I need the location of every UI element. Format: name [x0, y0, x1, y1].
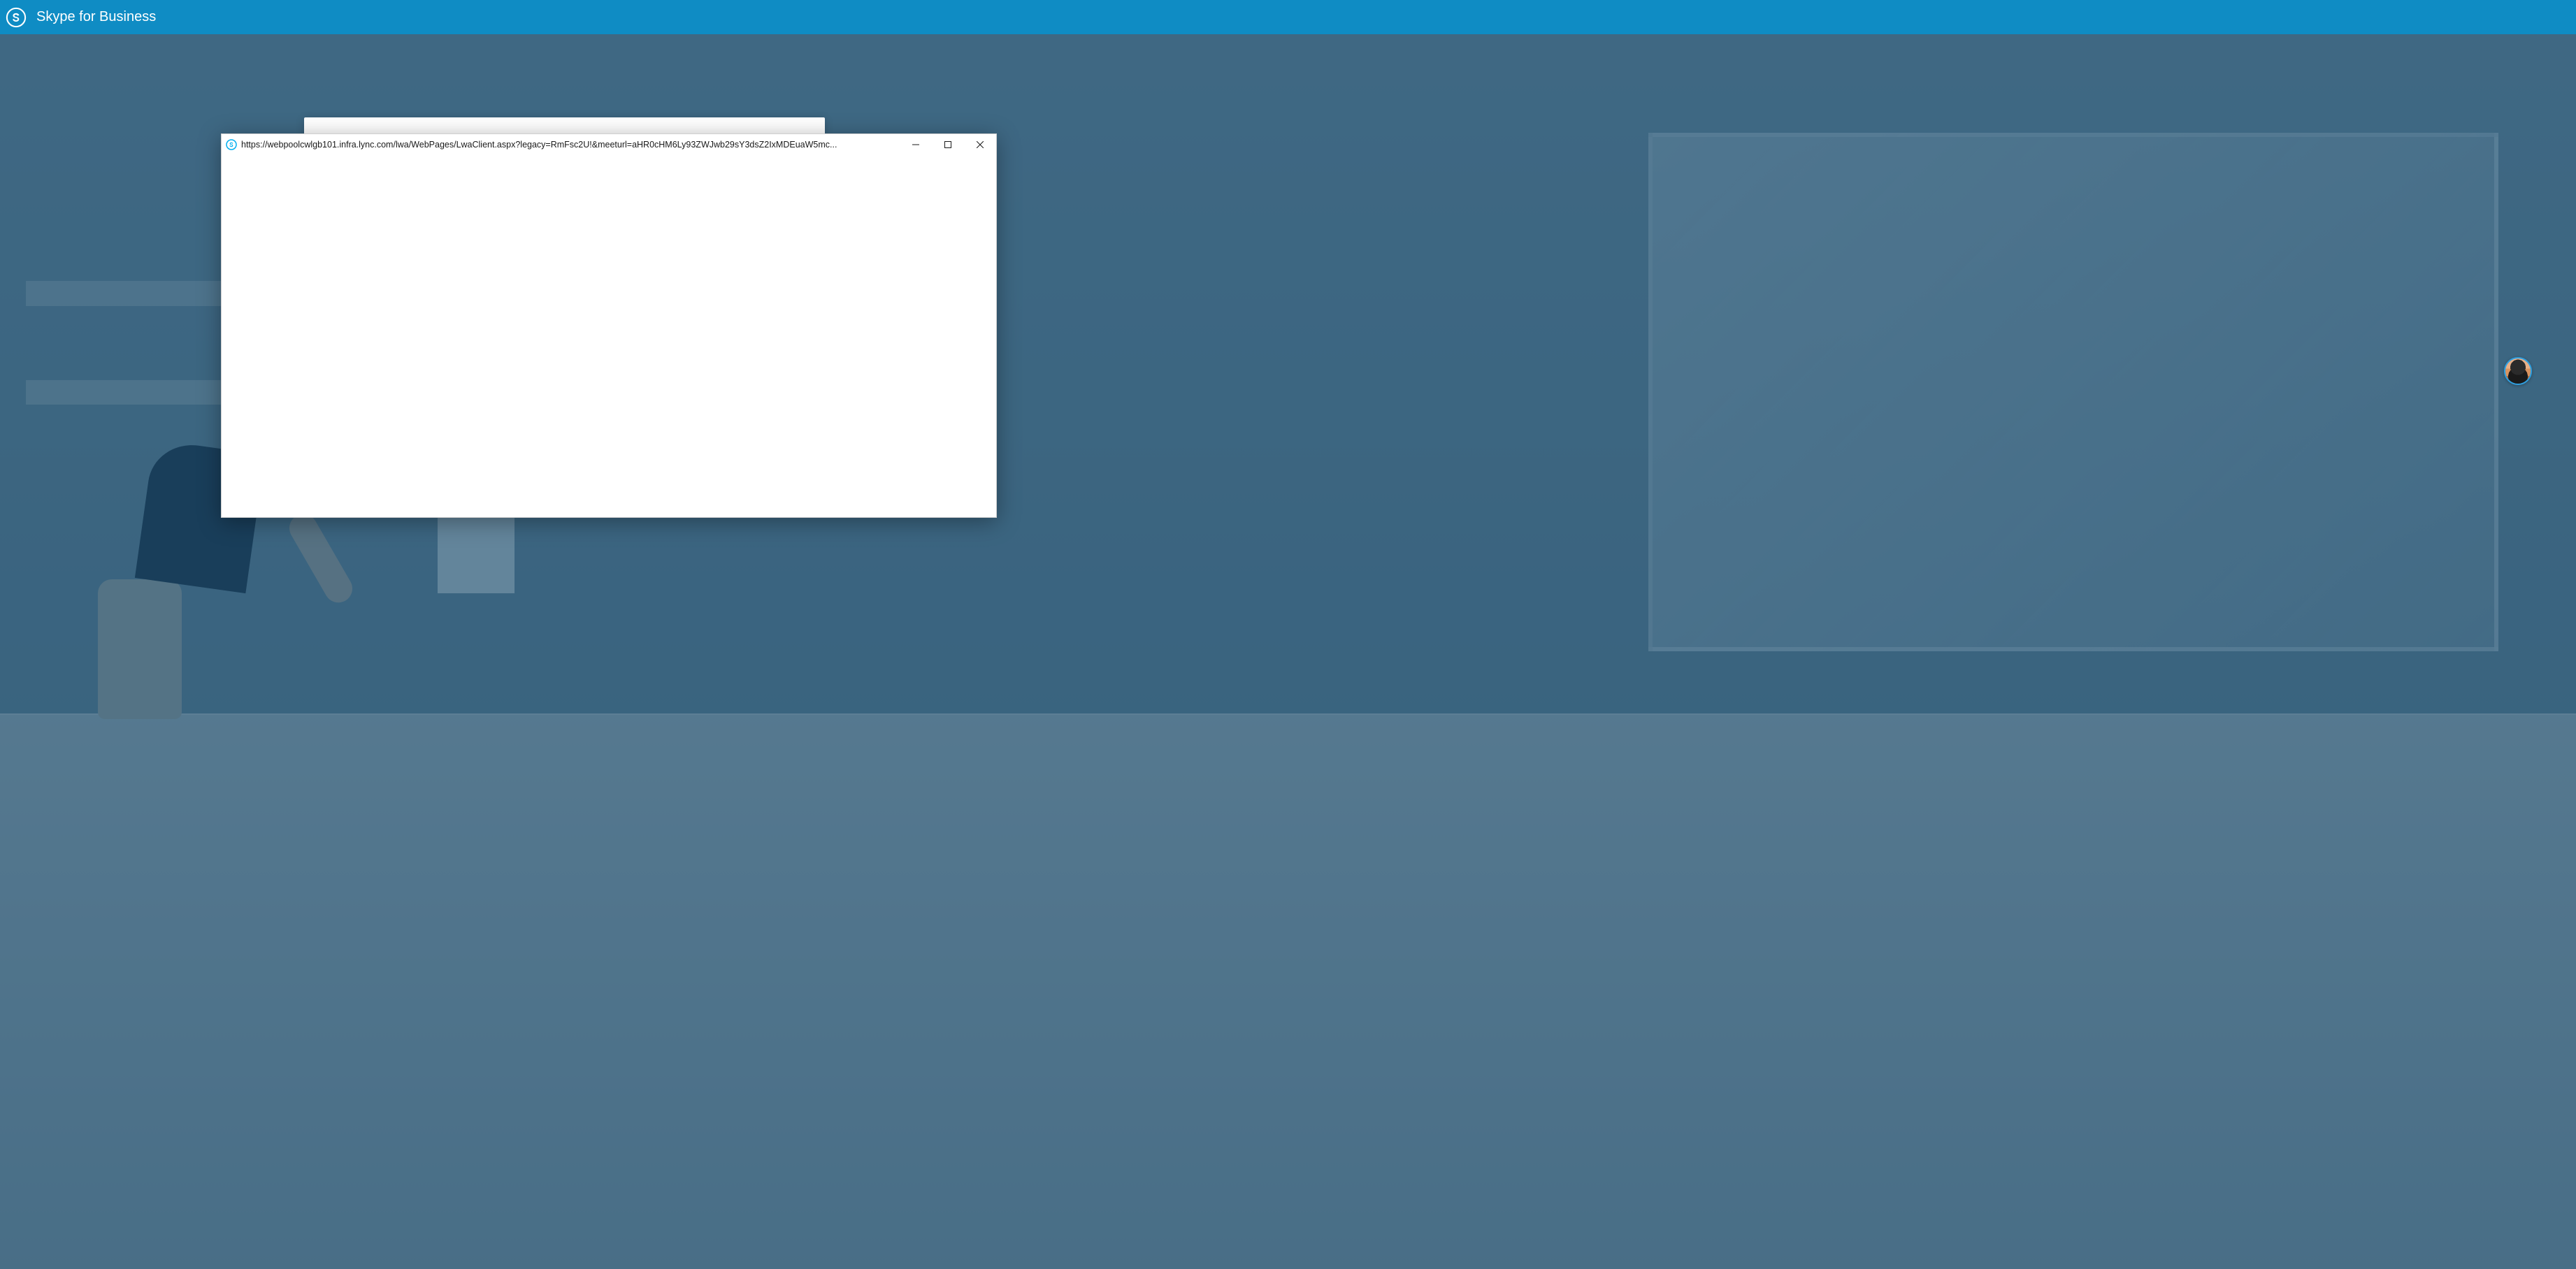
- lwa-popup-window: https://webpoolcwlgb101.infra.lync.com/l…: [221, 133, 997, 518]
- skype-favicon-icon: [226, 139, 237, 150]
- chat-head-avatar[interactable]: [2504, 357, 2532, 385]
- popup-content-blank: [222, 155, 996, 517]
- hero-background: https://webpoolcwlgb101.infra.lync.com/l…: [0, 34, 2576, 1269]
- skype-logo-icon: [6, 7, 27, 28]
- close-button[interactable]: [964, 134, 996, 155]
- app-header: Skype for Business: [0, 0, 2576, 34]
- maximize-button[interactable]: [932, 134, 964, 155]
- app-title: Skype for Business: [36, 9, 156, 25]
- popup-url: https://webpoolcwlgb101.infra.lync.com/l…: [241, 140, 900, 150]
- window-controls: [900, 134, 996, 155]
- popup-titlebar[interactable]: https://webpoolcwlgb101.infra.lync.com/l…: [222, 134, 996, 155]
- minimize-button[interactable]: [900, 134, 932, 155]
